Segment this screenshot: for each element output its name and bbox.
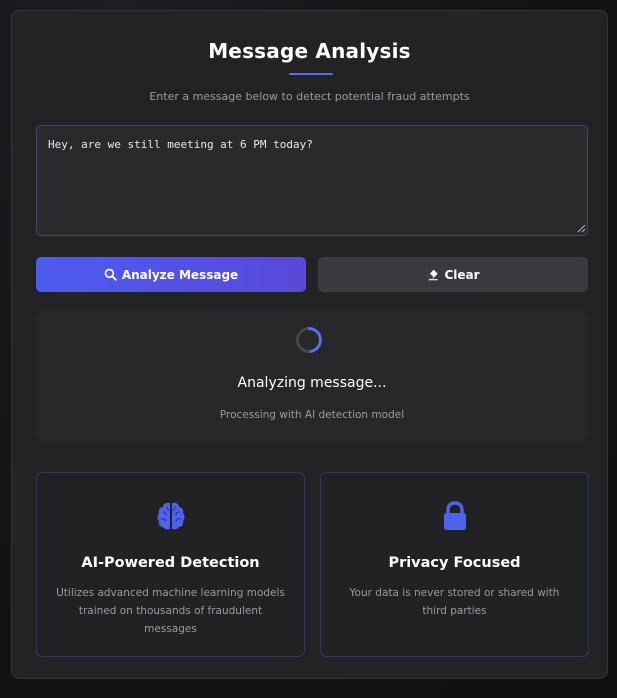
loading-spinner-icon: [290, 321, 328, 359]
feature-description: Your data is never stored or shared with…: [349, 587, 560, 617]
search-icon: [104, 268, 117, 281]
lock-icon: [443, 501, 466, 530]
title-underline: [289, 73, 333, 75]
page-subtitle: Enter a message below to detect potentia…: [149, 90, 470, 103]
brain-icon: [157, 502, 184, 530]
clear-button[interactable]: Clear: [318, 257, 588, 292]
analysis-card: Message Analysis Enter a message below t…: [11, 10, 608, 679]
clear-button-label: Clear: [444, 267, 480, 282]
feature-card-ai-detection: AI-Powered Detection Utilizes advanced m…: [36, 472, 305, 657]
feature-title: Privacy Focused: [388, 555, 521, 571]
page-title: Message Analysis: [208, 39, 411, 63]
eraser-icon: [427, 269, 439, 281]
feature-title: AI-Powered Detection: [81, 555, 260, 571]
message-input[interactable]: Hey, are we still meeting at 6 PM today?: [36, 125, 588, 236]
analyze-message-button[interactable]: Analyze Message: [36, 257, 306, 292]
analysis-status-panel: Analyzing message... Processing with AI …: [36, 311, 588, 441]
status-subtitle: Processing with AI detection model: [219, 409, 405, 421]
resize-handle-icon[interactable]: [577, 224, 586, 233]
feature-card-privacy: Privacy Focused Your data is never store…: [320, 472, 589, 657]
analyze-button-label: Analyze Message: [121, 267, 239, 282]
feature-description: Utilizes advanced machine learning model…: [56, 587, 285, 635]
status-title: Analyzing message...: [237, 375, 387, 391]
